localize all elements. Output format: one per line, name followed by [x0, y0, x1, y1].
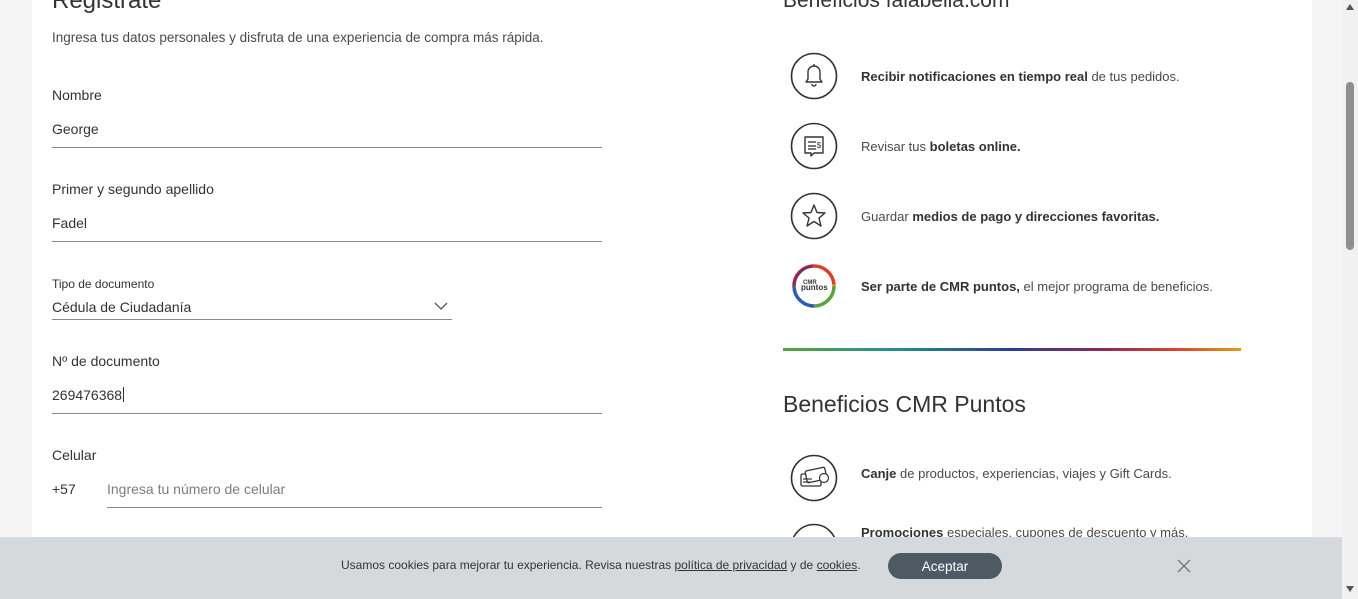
register-card — [32, 0, 1312, 599]
num-documento-label: Nº de documento — [52, 353, 160, 369]
nombre-input[interactable]: George — [52, 121, 99, 137]
svg-text:$: $ — [817, 141, 822, 150]
page-title: Registrate — [52, 0, 162, 14]
apellido-label: Primer y segundo apellido — [52, 181, 214, 197]
apellido-input[interactable]: Fadel — [52, 215, 87, 231]
gift-card-icon — [790, 454, 838, 502]
celular-underline — [107, 507, 602, 508]
cookie-text: Usamos cookies para mejorar tu experienc… — [341, 558, 861, 572]
num-documento-input[interactable]: 269476368 — [52, 387, 125, 403]
apellido-underline — [52, 241, 602, 242]
cmr-puntos-logo: CMR puntos — [792, 264, 836, 308]
celular-prefix: +57 — [52, 481, 76, 497]
benefits-falabella-title: Beneficios falabella.com — [783, 0, 1010, 12]
benefits-cmr-title: Beneficios CMR Puntos — [783, 391, 1026, 417]
star-icon — [790, 192, 838, 240]
tipo-documento-select[interactable]: Cédula de Ciudadanía — [52, 299, 191, 315]
celular-label: Celular — [52, 447, 97, 463]
benefit-canje: Canje de productos, experiencias, viajes… — [861, 466, 1172, 481]
accept-cookies-button[interactable]: Aceptar — [888, 553, 1002, 579]
benefit-boletas: Revisar tus boletas online. — [861, 139, 1021, 154]
benefit-cmr-puntos: Ser parte de CMR puntos, el mejor progra… — [861, 279, 1213, 294]
nombre-underline — [52, 147, 602, 148]
text-caret — [123, 387, 125, 402]
close-icon[interactable] — [1176, 558, 1192, 574]
divider-rainbow — [783, 348, 1241, 351]
cookies-link[interactable]: cookies — [817, 558, 858, 572]
scrollbar-thumb[interactable] — [1346, 82, 1354, 250]
celular-input[interactable]: Ingresa tu número de celular — [107, 481, 285, 497]
benefit-medios-pago: Guardar medios de pago y direcciones fav… — [861, 209, 1160, 224]
tipo-documento-label: Tipo de documento — [52, 277, 155, 291]
chevron-down-icon[interactable] — [434, 302, 448, 311]
bell-icon — [790, 52, 838, 100]
privacy-policy-link[interactable]: política de privacidad — [674, 558, 787, 572]
svg-text:puntos: puntos — [801, 283, 828, 292]
nombre-label: Nombre — [52, 87, 102, 103]
cookie-banner: Usamos cookies para mejorar tu experienc… — [0, 537, 1342, 599]
num-documento-underline — [52, 413, 602, 414]
scroll-up-arrow-icon[interactable] — [1346, 4, 1354, 10]
receipt-icon: $ — [790, 122, 838, 170]
benefit-notifications: Recibir notificaciones en tiempo real de… — [861, 69, 1180, 84]
tipo-documento-underline — [52, 319, 452, 320]
page-subtitle: Ingresa tus datos personales y disfruta … — [52, 30, 544, 45]
num-documento-value: 269476368 — [52, 387, 123, 403]
scroll-down-arrow-icon[interactable] — [1346, 586, 1354, 592]
